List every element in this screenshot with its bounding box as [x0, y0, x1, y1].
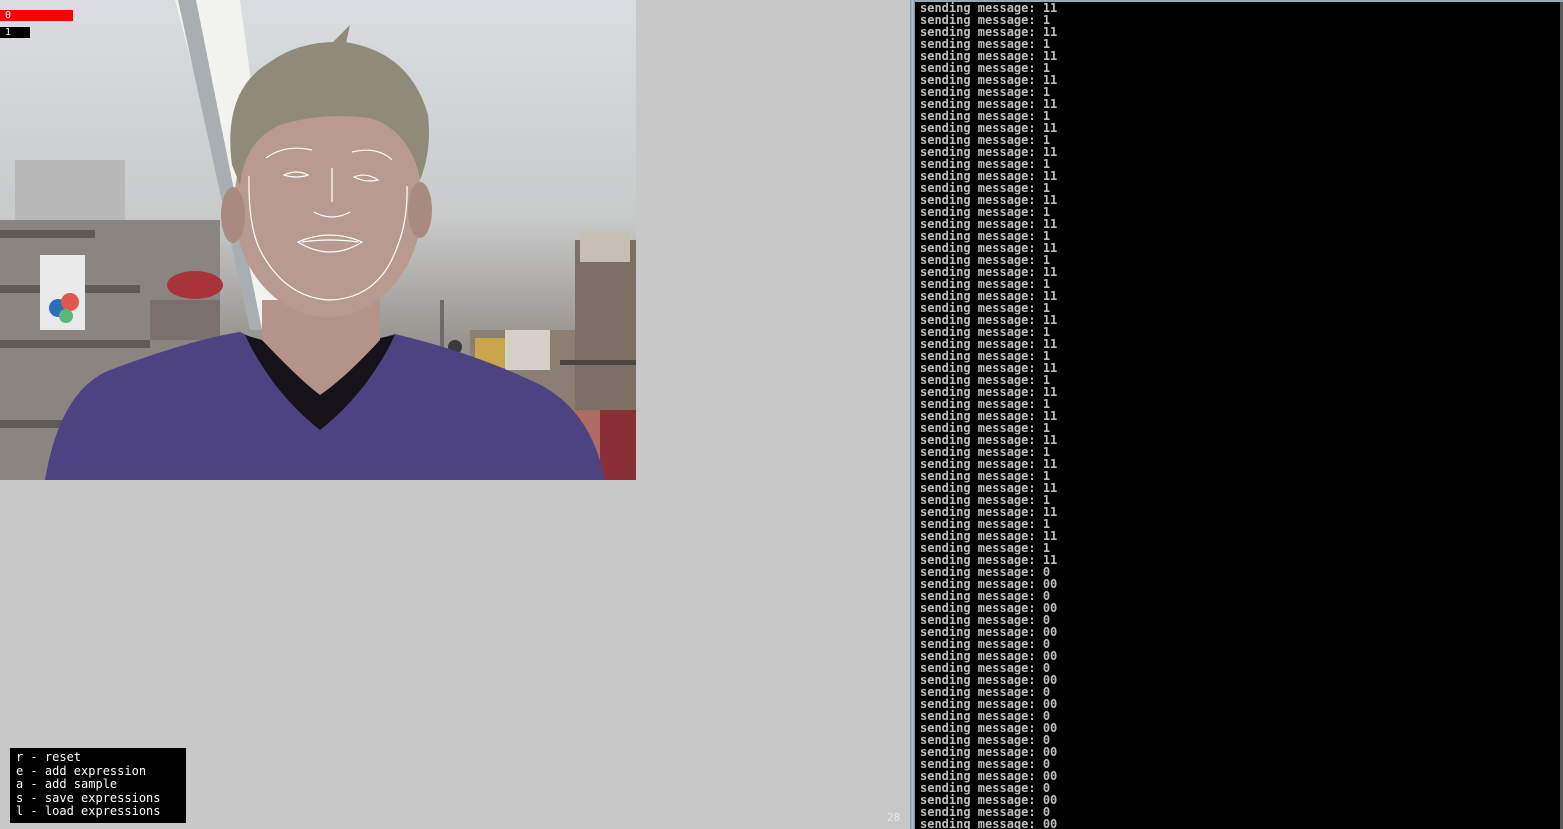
help-line-load-expressions: l - load expressions — [16, 804, 161, 818]
console-output: sending message: 11 sending message: 1 sen… — [915, 2, 1563, 829]
webcam-feed: 0 1 — [0, 0, 636, 480]
keyboard-help-panel: r - reset e - add expression a - add sampl… — [10, 748, 186, 823]
webcam-scene — [0, 0, 636, 480]
expression-bar-1: 1 — [0, 27, 30, 38]
help-line-add-expression: e - add expression — [16, 763, 147, 778]
expression-bar-0: 0 — [0, 10, 73, 21]
person-right-ear — [408, 182, 432, 238]
help-line-save-expressions: s - save expressions — [16, 790, 161, 805]
person-left-ear — [221, 187, 245, 243]
help-line-add-sample: a - add sample — [16, 777, 118, 791]
app-canvas: 0 1 r - reset e - add expression a - add s… — [0, 0, 910, 829]
console-window[interactable]: sending message: 11 sending message: 1 sen… — [915, 0, 1563, 829]
fps-counter: 28 — [887, 811, 901, 824]
help-line-reset: r - reset — [16, 750, 82, 764]
console-line: sending message: 00 — [920, 817, 1058, 829]
